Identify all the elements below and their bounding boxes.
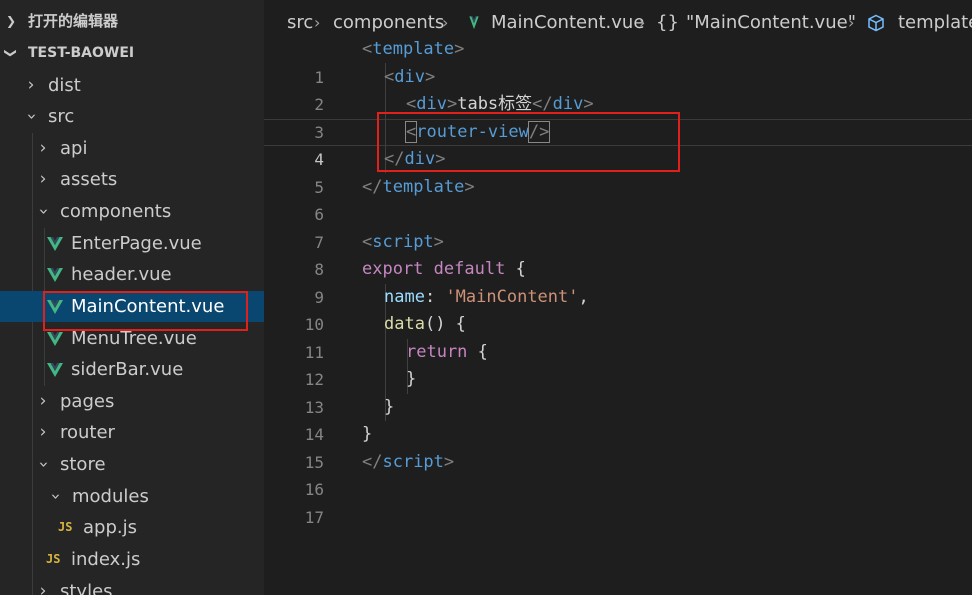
breadcrumb: src › components › MainContent.vue › {} … — [264, 8, 972, 38]
chevron-right-icon: › — [442, 13, 449, 32]
chevron-right-icon: › — [27, 75, 35, 95]
tree-folder-store[interactable]: › store — [0, 449, 264, 480]
tree-folder-router[interactable]: › router — [0, 417, 264, 448]
chevron-down-icon: › — [33, 461, 54, 468]
code-line: 1 <template> — [314, 39, 465, 87]
chevron-right-icon: › — [39, 391, 47, 411]
vue-file-icon — [47, 332, 63, 346]
chevron-right-icon: › — [39, 581, 47, 595]
chevron-right-icon: › — [39, 138, 47, 158]
breadcrumb-src[interactable]: src — [287, 8, 313, 38]
chevron-right-icon: › — [639, 13, 646, 32]
tree-file-maincontent[interactable]: MainContent.vue — [0, 291, 264, 322]
code-line-current: 4 <router-view/> — [264, 119, 972, 169]
breadcrumb-components[interactable]: components — [333, 8, 444, 38]
tree-folder-pages[interactable]: › pages — [0, 386, 264, 417]
code-line: 10 name: 'MainContent', — [304, 286, 589, 335]
tree-folder-api[interactable]: › api — [0, 133, 264, 164]
code-line: 2 <div> — [314, 66, 436, 115]
js-file-icon: JS — [46, 552, 61, 566]
tree-file-index-js[interactable]: JS index.js — [0, 544, 264, 575]
code-line: 8 <script> — [314, 231, 444, 280]
code-line: 17 — [304, 507, 324, 527]
explorer-sidebar: ❯ 打开的编辑器 ❯ TEST-BAOWEI › dist › src › ap… — [0, 0, 264, 595]
breadcrumb-template[interactable]: template — [898, 8, 972, 38]
vue-file-icon — [47, 268, 63, 282]
tree-file-siderbar[interactable]: siderBar.vue — [0, 354, 264, 385]
code-line: 7 — [314, 232, 324, 252]
code-line: 11 data() { — [304, 314, 466, 362]
chevron-down-icon: › — [45, 493, 66, 500]
chevron-right-icon: › — [314, 13, 321, 32]
chevron-down-icon: › — [21, 113, 42, 120]
tree-folder-src[interactable]: › src — [0, 101, 264, 132]
tree-file-app-js[interactable]: JS app.js — [0, 512, 264, 543]
breadcrumb-module[interactable]: "MainContent.vue" — [686, 8, 856, 38]
open-editors-header[interactable]: ❯ 打开的编辑器 — [0, 8, 264, 34]
chevron-right-icon: ❯ — [6, 14, 17, 28]
code-line: 6 </template> — [314, 176, 475, 225]
tree-folder-styles[interactable]: › styles — [0, 576, 264, 595]
breadcrumb-file[interactable]: MainContent.vue — [491, 8, 644, 38]
braces-icon: {} — [656, 12, 679, 33]
js-file-icon: JS — [58, 520, 73, 534]
vue-file-icon — [47, 237, 63, 251]
tree-folder-components[interactable]: › components — [0, 196, 264, 227]
code-line: 16 </script> — [304, 451, 455, 500]
tree-file-menutree[interactable]: MenuTree.vue — [0, 323, 264, 354]
vue-file-icon — [47, 300, 63, 314]
code-line: 15 } — [304, 424, 373, 472]
tree-file-enterpage[interactable]: EnterPage.vue — [0, 228, 264, 259]
project-header[interactable]: ❯ TEST-BAOWEI — [0, 40, 264, 66]
cube-icon — [868, 14, 884, 32]
code-line: 14 } — [304, 396, 395, 445]
chevron-down-icon: › — [33, 208, 54, 215]
vue-file-icon — [47, 363, 63, 377]
code-line: 5 </div> — [314, 149, 446, 197]
code-line: 9 export default { — [314, 259, 526, 307]
chevron-right-icon: › — [848, 13, 855, 32]
chevron-right-icon: › — [39, 422, 47, 442]
code-editor[interactable]: 1 <template> 2 <div> 3 <div>tabs标签</div>… — [264, 36, 972, 595]
tree-folder-assets[interactable]: › assets — [0, 164, 264, 195]
chevron-right-icon: › — [39, 169, 47, 189]
chevron-down-icon: ❯ — [4, 47, 19, 59]
vue-file-icon — [469, 16, 479, 30]
tree-file-header[interactable]: header.vue — [0, 259, 264, 290]
tree-folder-dist[interactable]: › dist — [0, 70, 264, 101]
code-line: 12 return { — [304, 341, 488, 390]
code-line: 13 } — [304, 369, 417, 417]
code-line: 3 <div>tabs标签</div> — [314, 94, 594, 142]
tree-folder-modules[interactable]: › modules — [0, 481, 264, 512]
